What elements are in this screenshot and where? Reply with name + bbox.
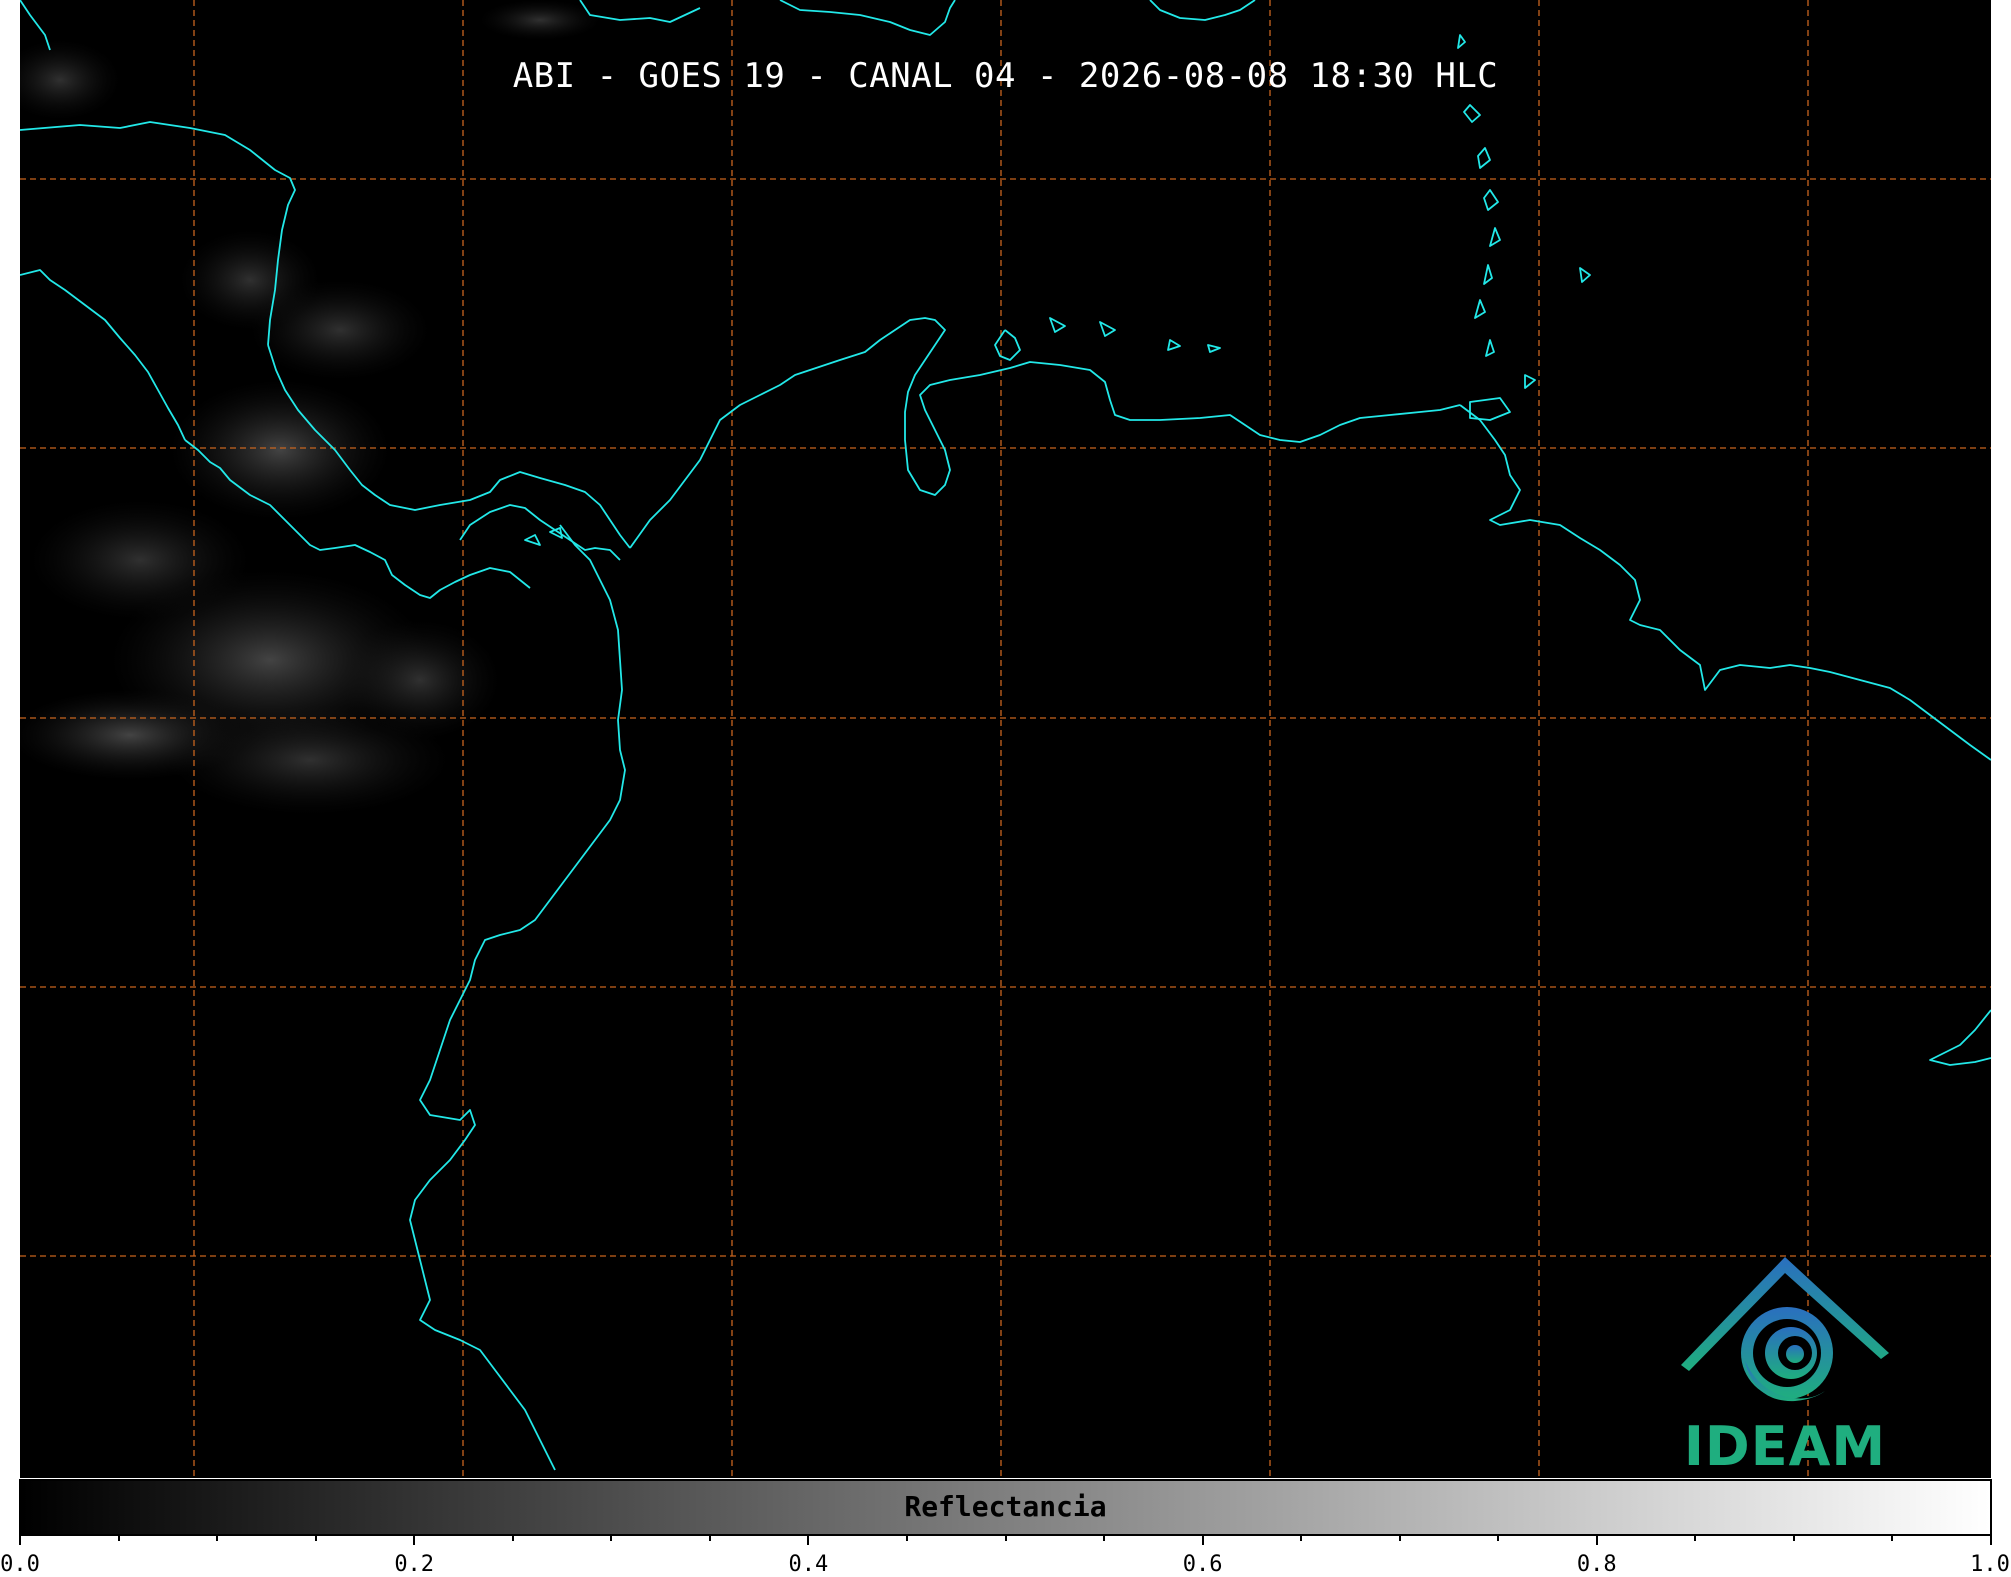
colorbar-major-tick (807, 1534, 810, 1545)
colorbar-major-tick (1990, 1534, 1992, 1545)
colorbar-major-tick (1201, 1534, 1204, 1545)
cloud-cover (20, 0, 600, 815)
colorbar-tick-label: 1.0 (1970, 1552, 2010, 1577)
colorbar-tick-label: 0.6 (1182, 1552, 1223, 1577)
map-title: ABI - GOES 19 - CANAL 04 - 2026-08-08 18… (512, 56, 1499, 96)
colorbar-label: Reflectancia (904, 1490, 1107, 1523)
ideam-logo-icon (1681, 1257, 1889, 1402)
colorbar-minor-tick (314, 1534, 317, 1541)
colorbar-minor-tick (511, 1534, 514, 1541)
coastline-paraguana (994, 329, 1021, 361)
coastline-abc-islands (1049, 317, 1221, 353)
coastline-panama (459, 504, 621, 561)
coastline-vi (1149, 0, 1256, 21)
colorbar-minor-tick (708, 1534, 711, 1541)
colorbar-minor-tick (1792, 1534, 1795, 1541)
coastline-puerto-rico (779, 0, 956, 36)
colorbar-axis: 0.0 0.2 0.4 0.6 0.8 1.0 (0, 1534, 2011, 1577)
colorbar-minor-tick (1398, 1534, 1401, 1541)
colorbar-tick-label: 0.0 (0, 1552, 40, 1577)
colorbar-minor-tick (1300, 1534, 1303, 1541)
colorbar-minor-tick (1004, 1534, 1007, 1541)
colorbar-minor-tick (1891, 1534, 1894, 1541)
colorbar-major-tick (413, 1534, 416, 1545)
colorbar-minor-tick (610, 1534, 613, 1541)
colorbar-tick-label: 0.2 (394, 1552, 435, 1577)
colorbar-minor-tick (1694, 1534, 1697, 1541)
colorbar-major-tick (19, 1534, 21, 1545)
coastline-caribbean-sa (629, 317, 1461, 549)
satellite-map: ABI - GOES 19 - CANAL 04 - 2026-08-08 18… (20, 0, 1991, 1478)
colorbar-major-tick (1595, 1534, 1598, 1545)
colorbar-tick-label: 0.8 (1576, 1552, 1617, 1577)
ideam-logo-text: IDEAM (1683, 1415, 1887, 1478)
colorbar-minor-tick (117, 1534, 120, 1541)
colorbar: Reflectancia (19, 1479, 1992, 1536)
colorbar-minor-tick (1497, 1534, 1500, 1541)
colorbar-minor-tick (905, 1534, 908, 1541)
colorbar-minor-tick (216, 1534, 219, 1541)
coastline-brazil-edge (1929, 1009, 1991, 1066)
colorbar-minor-tick (1103, 1534, 1106, 1541)
colorbar-tick-label: 0.4 (788, 1552, 829, 1577)
ideam-logo: IDEAM (1665, 1253, 1905, 1478)
satellite-image-page: ABI - GOES 19 - CANAL 04 - 2026-08-08 18… (0, 0, 2011, 1577)
